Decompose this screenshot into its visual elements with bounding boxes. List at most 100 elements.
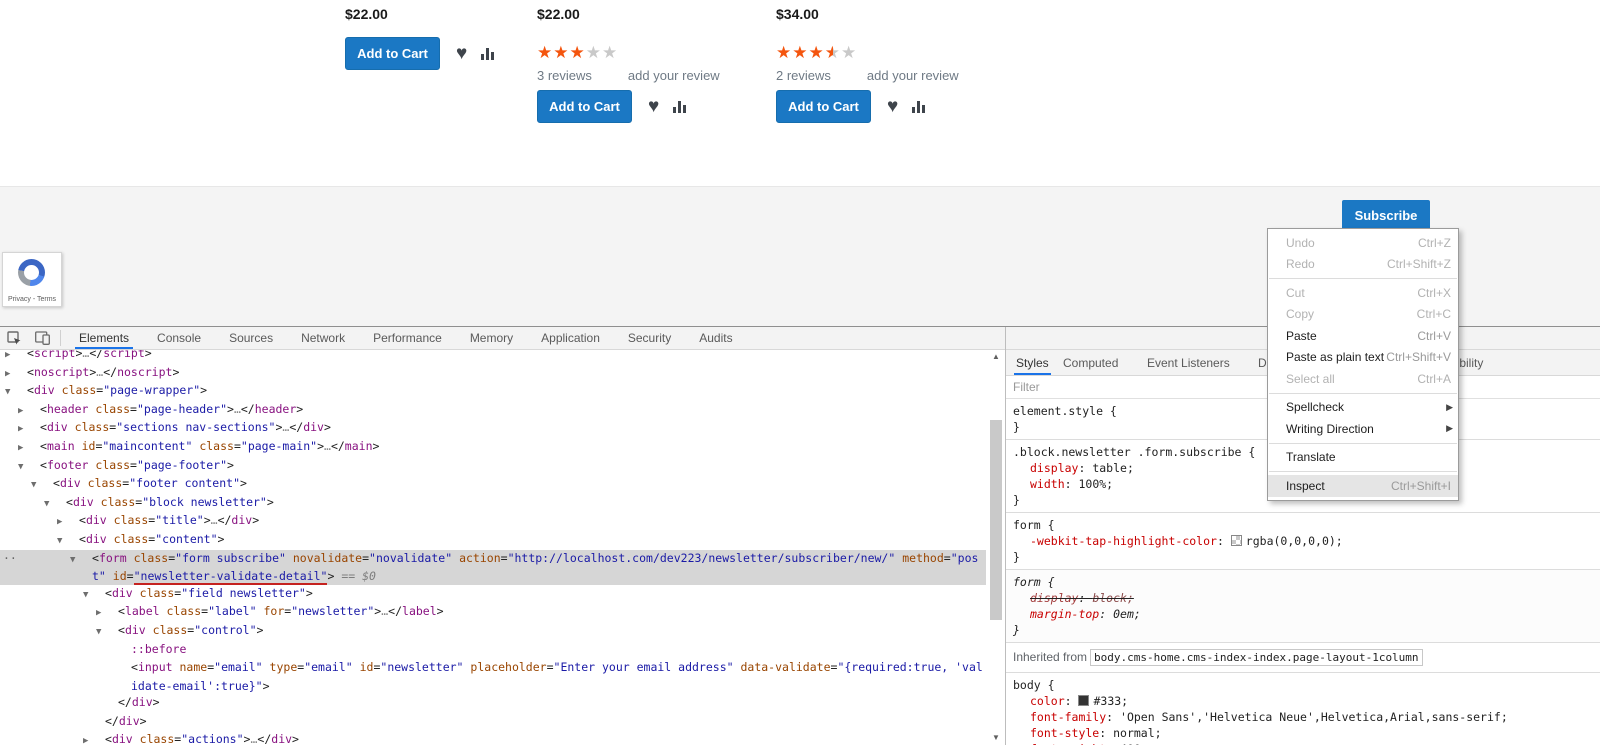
- menu-item-redo[interactable]: Redo Ctrl+Shift+Z: [1268, 254, 1458, 276]
- tab-memory[interactable]: Memory: [456, 327, 527, 349]
- color-swatch[interactable]: [1078, 695, 1090, 706]
- tab-performance[interactable]: Performance: [359, 327, 456, 349]
- tree-row[interactable]: ▶ <main id="maincontent" class="page-main…: [0, 438, 986, 457]
- add-to-cart-button[interactable]: Add to Cart: [345, 37, 440, 70]
- sidebar-tab-computed[interactable]: Computed: [1063, 350, 1118, 375]
- expand-arrow-closed-icon[interactable]: ▶: [5, 366, 27, 383]
- tree-row[interactable]: ▶ <header class="page-header">…</header>: [0, 401, 986, 420]
- scroll-up-icon[interactable]: ▲: [988, 350, 1004, 364]
- reviews-link[interactable]: 2 reviews: [776, 68, 831, 83]
- expand-arrow-closed-icon[interactable]: ▶: [18, 403, 40, 420]
- tab-security[interactable]: Security: [614, 327, 685, 349]
- add-review-link[interactable]: add your review: [867, 68, 959, 83]
- scroll-down-icon[interactable]: ▼: [988, 731, 1004, 745]
- expand-arrow-open-icon[interactable]: ▼: [57, 533, 79, 550]
- wishlist-heart-icon[interactable]: ♥: [648, 97, 659, 116]
- star-icon: ★: [585, 43, 602, 62]
- menu-shortcut: Ctrl+X: [1417, 285, 1451, 300]
- expand-arrow-closed-icon[interactable]: ▶: [57, 514, 79, 531]
- tab-sources[interactable]: Sources: [215, 327, 287, 349]
- expand-arrow-closed-icon[interactable]: ▶: [18, 421, 40, 438]
- tree-row[interactable]: ▼ <div class="content">: [0, 531, 986, 550]
- tree-row[interactable]: </div>: [0, 713, 986, 732]
- menu-item-paste-as-plain-text[interactable]: Paste as plain text Ctrl+Shift+V: [1268, 347, 1458, 369]
- color-swatch[interactable]: [1230, 535, 1242, 546]
- css-declaration[interactable]: color: #333;: [1013, 693, 1600, 709]
- elements-scrollbar[interactable]: ▲ ▼: [988, 350, 1004, 745]
- tree-row-selected[interactable]: ·· ▼ <form class="form subscribe" novalida…: [0, 549, 986, 586]
- css-declaration[interactable]: font-weight: 400;: [1013, 741, 1600, 745]
- sidebar-tab-event-listeners[interactable]: Event Listeners: [1147, 350, 1230, 375]
- css-declaration[interactable]: font-style: normal;: [1013, 725, 1600, 741]
- tree-row[interactable]: ▶ <div class="actions">…</div>: [0, 731, 986, 745]
- css-declaration[interactable]: margin-top: 0em;: [1013, 606, 1600, 622]
- tab-console[interactable]: Console: [143, 327, 215, 349]
- tree-row[interactable]: ▼ <div class="block newsletter">: [0, 494, 986, 513]
- css-selector[interactable]: form {: [1013, 517, 1600, 533]
- menu-item-undo[interactable]: Undo Ctrl+Z: [1268, 232, 1458, 254]
- css-selector[interactable]: body {: [1013, 677, 1600, 693]
- tree-row[interactable]: ▶ <div class="title">…</div>: [0, 512, 986, 531]
- menu-item-writing-direction[interactable]: Writing Direction ▶: [1268, 418, 1458, 440]
- expand-arrow-closed-icon[interactable]: ▶: [18, 440, 40, 457]
- add-to-cart-button[interactable]: Add to Cart: [537, 90, 632, 123]
- tree-row[interactable]: ▼ <div class="control">: [0, 622, 986, 641]
- expand-arrow-open-icon[interactable]: ▼: [83, 587, 105, 604]
- expand-arrow-closed-icon[interactable]: ▶: [83, 733, 105, 745]
- compare-icon[interactable]: [481, 47, 495, 60]
- compare-icon[interactable]: [673, 100, 687, 113]
- menu-item-select-all[interactable]: Select all Ctrl+A: [1268, 368, 1458, 390]
- toolbar-divider: [60, 330, 61, 346]
- css-declaration[interactable]: display: block;: [1013, 590, 1600, 606]
- tree-row[interactable]: ▶ <label class="label" for="newsletter">……: [0, 603, 986, 622]
- product-actions: Add to Cart ♥: [537, 90, 687, 123]
- product-actions: Add to Cart ♥: [776, 90, 926, 123]
- css-declaration[interactable]: font-family: 'Open Sans','Helvetica Neue…: [1013, 709, 1600, 725]
- expand-arrow-open-icon[interactable]: ▼: [70, 552, 92, 569]
- devtools-tab-bar: Elements Console Sources Network Performance…: [65, 327, 747, 349]
- expand-arrow-open-icon[interactable]: ▼: [96, 624, 118, 641]
- compare-icon[interactable]: [912, 100, 926, 113]
- tab-audits[interactable]: Audits: [685, 327, 746, 349]
- tree-row[interactable]: ::before: [0, 641, 986, 660]
- expand-arrow-open-icon[interactable]: ▼: [18, 459, 40, 476]
- tree-row[interactable]: ▼ <div class="footer content">: [0, 475, 986, 494]
- tree-row[interactable]: <input name="email" type="email" id="new…: [0, 659, 986, 694]
- css-property-name: font-family: [1030, 710, 1107, 724]
- add-to-cart-button[interactable]: Add to Cart: [776, 90, 871, 123]
- tree-row[interactable]: ▼ <footer class="page-footer">: [0, 457, 986, 476]
- expand-arrow-open-icon[interactable]: ▼: [31, 477, 53, 494]
- menu-item-translate[interactable]: Translate: [1268, 447, 1458, 469]
- reviews-link[interactable]: 3 reviews: [537, 68, 592, 83]
- menu-item-cut[interactable]: Cut Ctrl+X: [1268, 282, 1458, 304]
- tab-elements[interactable]: Elements: [65, 327, 143, 349]
- subscribe-button[interactable]: Subscribe: [1342, 200, 1430, 231]
- menu-item-paste[interactable]: Paste Ctrl+V: [1268, 325, 1458, 347]
- menu-item-inspect[interactable]: Inspect Ctrl+Shift+I: [1268, 475, 1458, 497]
- add-review-link[interactable]: add your review: [628, 68, 720, 83]
- menu-item-spellcheck[interactable]: Spellcheck ▶: [1268, 397, 1458, 419]
- tree-row[interactable]: ▼ <div class="field newsletter">: [0, 585, 986, 604]
- menu-item-copy[interactable]: Copy Ctrl+C: [1268, 304, 1458, 326]
- expand-arrow-closed-icon[interactable]: ▶: [5, 350, 27, 364]
- sidebar-tab-styles[interactable]: Styles: [1014, 350, 1051, 375]
- expand-arrow-closed-icon[interactable]: ▶: [96, 605, 118, 622]
- expand-arrow-open-icon[interactable]: ▼: [5, 384, 27, 401]
- inspect-element-icon[interactable]: [0, 327, 28, 349]
- scrollbar-thumb[interactable]: [990, 420, 1002, 620]
- tree-row[interactable]: ▶ <script>…</script>: [0, 350, 986, 364]
- device-toolbar-icon[interactable]: [28, 327, 56, 349]
- tree-row[interactable]: ▶ <div class="sections nav-sections">…</d…: [0, 419, 986, 438]
- wishlist-heart-icon[interactable]: ♥: [456, 44, 467, 63]
- tab-network[interactable]: Network: [287, 327, 359, 349]
- css-declaration[interactable]: -webkit-tap-highlight-color: rgba(0,0,0,…: [1013, 533, 1600, 549]
- tree-row[interactable]: </div>: [0, 694, 986, 713]
- expand-arrow-open-icon[interactable]: ▼: [44, 496, 66, 513]
- inherited-selector-link[interactable]: body.cms-home.cms-index-index.page-layou…: [1090, 649, 1423, 666]
- tab-application[interactable]: Application: [527, 327, 614, 349]
- recaptcha-badge[interactable]: Privacy - Terms: [2, 252, 62, 307]
- tree-row[interactable]: ▼ <div class="page-wrapper">: [0, 382, 986, 401]
- css-selector[interactable]: form {: [1013, 574, 1600, 590]
- tree-row[interactable]: ▶ <noscript>…</noscript>: [0, 364, 986, 383]
- wishlist-heart-icon[interactable]: ♥: [887, 97, 898, 116]
